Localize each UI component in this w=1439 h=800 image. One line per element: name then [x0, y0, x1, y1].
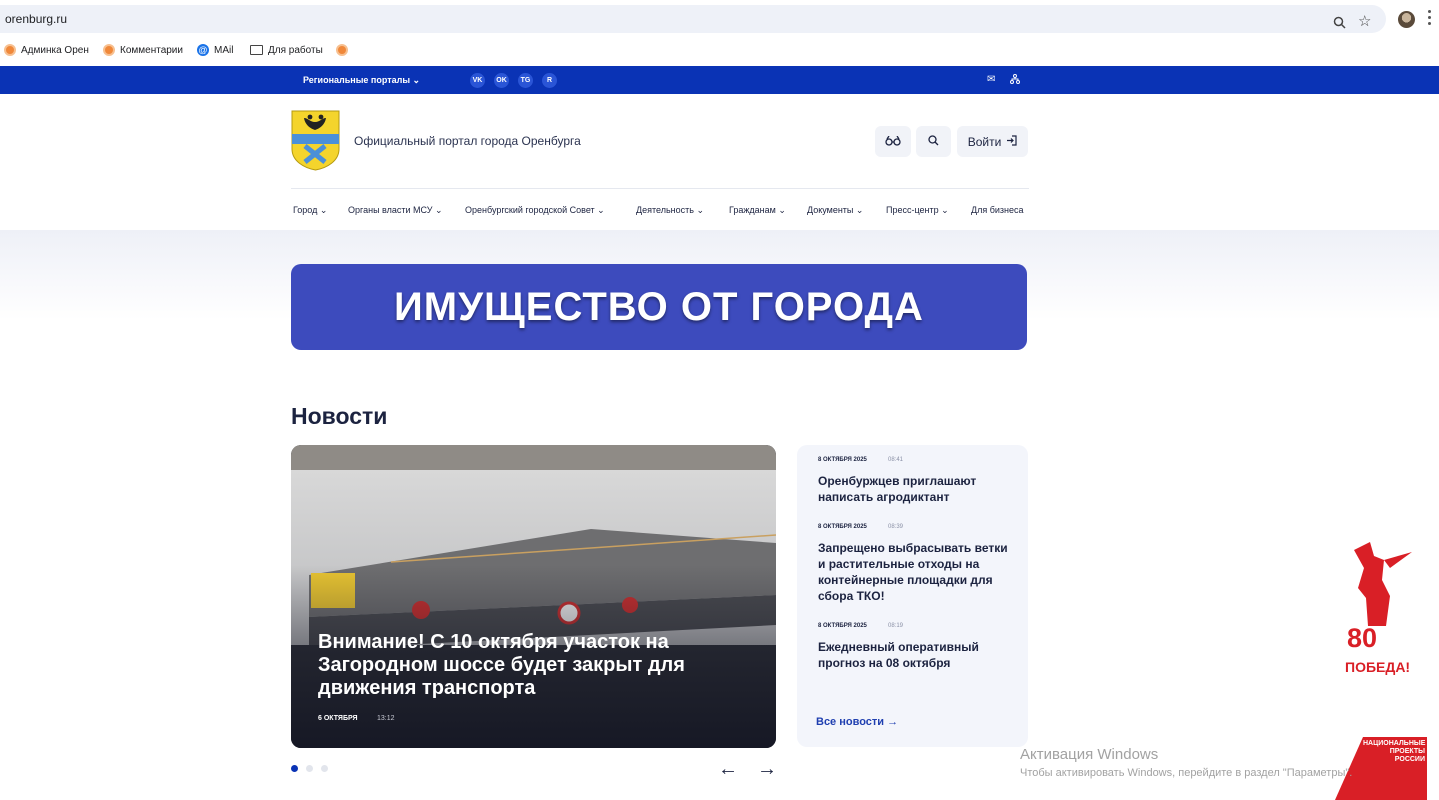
news-time: 08:39: [888, 524, 904, 530]
mail-at-icon: @: [197, 44, 209, 56]
bookmark-item[interactable]: Для работы: [250, 42, 323, 58]
windows-activation-text: Чтобы активировать Windows, перейдите в …: [1020, 767, 1353, 779]
nav-item-press-center[interactable]: Пресс-центр ⌄: [886, 205, 949, 216]
vk-icon[interactable]: VK: [470, 73, 485, 88]
carousel-next-arrow-icon[interactable]: →: [757, 758, 777, 781]
news-time: 08:41: [888, 457, 904, 463]
carousel-dot-active[interactable]: [291, 765, 298, 772]
search-icon: [928, 134, 939, 149]
news-photo-bridge: [291, 445, 776, 748]
carousel-dot[interactable]: [306, 765, 313, 772]
news-date: 8 ОКТЯБРЯ 2025: [818, 623, 867, 629]
news-item-title[interactable]: Ежедневный оперативный прогноз на 08 окт…: [818, 639, 1018, 671]
main-news-date: 6 ОКТЯБРЯ: [318, 715, 358, 722]
ok-icon[interactable]: OK: [494, 73, 509, 88]
bookmark-item[interactable]: [336, 42, 348, 58]
url-text[interactable]: orenburg.ru: [5, 12, 67, 26]
bookmark-star-icon[interactable]: ☆: [1358, 12, 1371, 30]
header-divider: [291, 188, 1029, 189]
carousel-prev-arrow-icon[interactable]: ←: [718, 758, 738, 781]
news-date: 8 ОКТЯБРЯ 2025: [818, 524, 867, 530]
rutube-icon[interactable]: R: [542, 73, 557, 88]
login-icon: [1006, 134, 1017, 149]
nav-item-activity[interactable]: Деятельность ⌄: [636, 205, 704, 216]
news-item-title[interactable]: Запрещено выбрасывать ветки и растительн…: [818, 540, 1018, 604]
main-news-time: 13:12: [377, 715, 395, 722]
orange-circle-icon: [4, 44, 16, 56]
bookmark-item[interactable]: @ MAil: [197, 42, 233, 58]
profile-avatar[interactable]: [1398, 11, 1415, 28]
victory-number: 80: [1347, 623, 1378, 653]
carousel-dot[interactable]: [321, 765, 328, 772]
nav-item-documents[interactable]: Документы ⌄: [807, 205, 863, 216]
orange-circle-icon: [103, 44, 115, 56]
site-title[interactable]: Официальный портал города Оренбурга: [354, 134, 581, 148]
bookmark-item[interactable]: Админка Орен: [4, 42, 89, 58]
search-button[interactable]: [916, 126, 951, 157]
main-news-title[interactable]: Внимание! С 10 октября участок на Загоро…: [318, 631, 738, 700]
sitemap-icon[interactable]: [1010, 74, 1020, 87]
carousel-dots[interactable]: [291, 765, 328, 772]
regional-portals-dropdown[interactable]: Региональные порталы ⌄: [303, 75, 420, 86]
nav-item-city[interactable]: Город ⌄: [293, 205, 327, 216]
nav-item-city-council[interactable]: Оренбургский городской Совет ⌄: [465, 205, 605, 216]
telegram-icon[interactable]: TG: [518, 73, 533, 88]
bookmark-item[interactable]: Комментарии: [103, 42, 183, 58]
login-button[interactable]: Войти: [957, 126, 1028, 157]
news-item-title[interactable]: Оренбуржцев приглашают написать агродикт…: [818, 473, 1018, 505]
folder-icon: [250, 45, 263, 55]
mail-icon[interactable]: ✉: [987, 74, 995, 85]
zoom-icon[interactable]: [1333, 16, 1346, 32]
nav-item-business[interactable]: Для бизнеса: [971, 205, 1024, 215]
news-time: 08:19: [888, 623, 904, 629]
main-news-card[interactable]: Внимание! С 10 октября участок на Загоро…: [291, 445, 776, 748]
windows-activation-title: Активация Windows: [1020, 746, 1159, 763]
regional-topbar: Региональные порталы ⌄ VK OK TG R ✉: [0, 66, 1439, 94]
browser-menu-icon[interactable]: [1428, 10, 1431, 28]
news-date: 8 ОКТЯБРЯ 2025: [818, 457, 867, 463]
victory-80-logo[interactable]: 80 ПОБЕДА!: [1344, 540, 1416, 682]
glasses-icon: [885, 135, 901, 149]
nav-item-government[interactable]: Органы власти МСУ ⌄: [348, 205, 442, 216]
address-bar[interactable]: orenburg.ru ☆: [0, 5, 1386, 33]
news-heading: Новости: [291, 403, 388, 429]
property-banner[interactable]: ИМУЩЕСТВО ОТ ГОРОДА: [291, 264, 1027, 350]
news-side-list: 8 ОКТЯБРЯ 2025 08:41 Оренбуржцев приглаш…: [797, 445, 1028, 747]
arrow-right-icon: →: [887, 716, 899, 728]
accessibility-glasses-button[interactable]: [875, 126, 911, 157]
all-news-link[interactable]: Все новости →: [816, 716, 898, 728]
victory-label: ПОБЕДА!: [1345, 659, 1411, 675]
orange-circle-icon: [336, 44, 348, 56]
nav-item-citizens[interactable]: Гражданам ⌄: [729, 205, 786, 216]
city-coat-of-arms-logo[interactable]: [291, 110, 340, 171]
